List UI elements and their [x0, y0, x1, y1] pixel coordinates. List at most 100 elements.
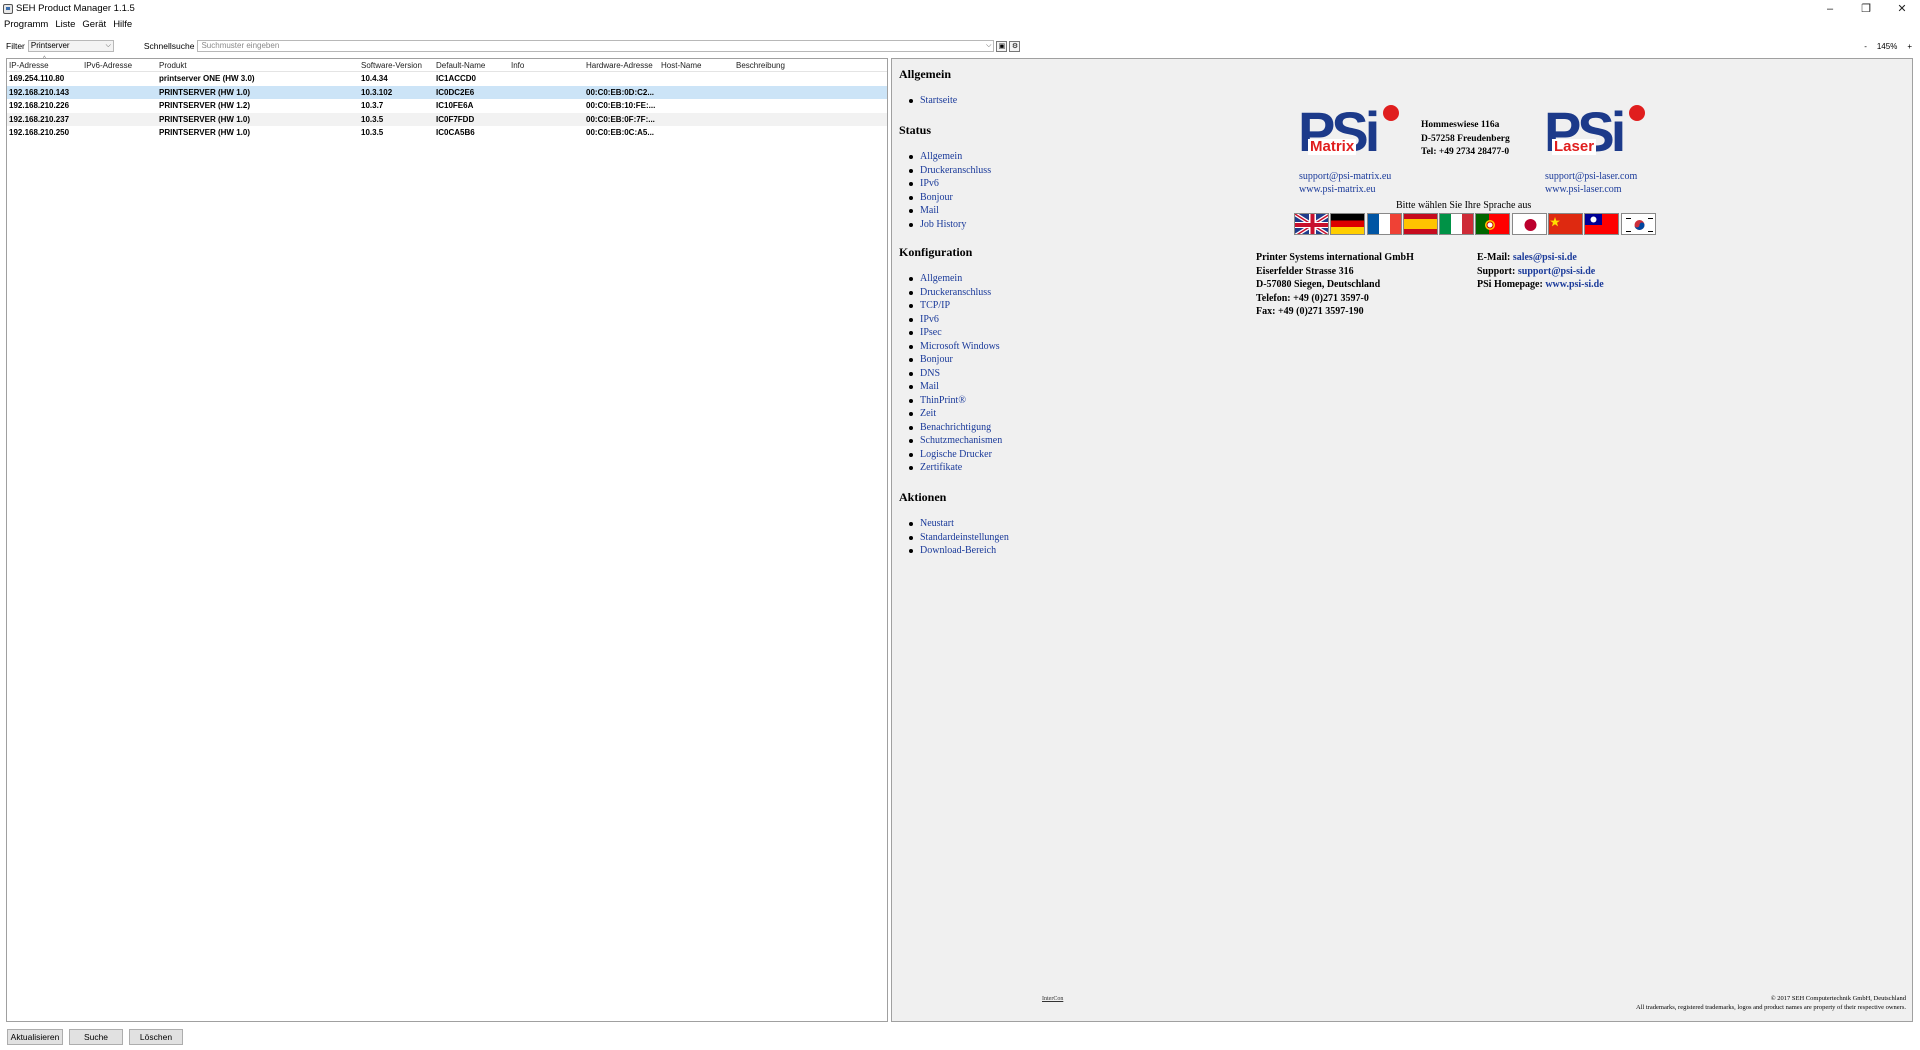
- nav-link-konfiguration[interactable]: Druckeranschluss: [908, 286, 1002, 300]
- quick-search-placeholder: Suchmuster eingeben: [201, 41, 280, 50]
- nav-link-konfiguration[interactable]: IPsec: [908, 326, 1002, 340]
- minimize-button[interactable]: –: [1812, 0, 1848, 17]
- support-email-link[interactable]: support@psi-si.de: [1518, 266, 1595, 277]
- column-hardware-address[interactable]: Hardware-Adresse: [584, 59, 659, 71]
- nav-link-konfiguration[interactable]: Microsoft Windows: [908, 340, 1002, 354]
- column-software-version[interactable]: Software-Version: [359, 59, 434, 71]
- nav-link-aktionen[interactable]: Standardeinstellungen: [909, 531, 1009, 545]
- cell-ipv6-address: [82, 126, 157, 140]
- psi-matrix-logo[interactable]: PSi Matrix: [1298, 103, 1399, 167]
- menu-programm[interactable]: Programm: [4, 19, 48, 30]
- menu-hilfe[interactable]: Hilfe: [113, 19, 132, 30]
- nav-link-konfiguration[interactable]: TCP/IP: [908, 299, 1002, 313]
- company-fax: Fax: +49 (0)271 3597-190: [1256, 306, 1364, 317]
- nav-link-konfiguration[interactable]: Benachrichtigung: [908, 421, 1002, 435]
- nav-link-status[interactable]: Job History: [908, 218, 991, 232]
- search-button[interactable]: Suche: [69, 1029, 123, 1045]
- nav-link-konfiguration[interactable]: Bonjour: [908, 353, 1002, 367]
- cell-ip-address: 192.168.210.237: [9, 114, 70, 124]
- table-row[interactable]: 192.168.210.226 PRINTSERVER (HW 1.2) 10.3.…: [7, 99, 887, 113]
- matrix-email-link[interactable]: support@psi-matrix.eu: [1299, 170, 1391, 184]
- column-default-name[interactable]: Default-Name: [434, 59, 509, 71]
- nav-link-konfiguration[interactable]: IPv6: [908, 313, 1002, 327]
- toolbar: Filter Printserver ⌵ Schnellsuche Suchmu…: [0, 37, 1920, 55]
- support-label: Support:: [1477, 265, 1516, 277]
- flag-fr-icon[interactable]: [1366, 213, 1402, 235]
- column-info[interactable]: Info: [509, 59, 584, 71]
- filter-select[interactable]: Printserver ⌵: [27, 40, 114, 52]
- filter-label: Filter: [6, 41, 25, 51]
- column-description[interactable]: Beschreibung: [734, 59, 834, 71]
- nav-link-konfiguration[interactable]: Mail: [908, 380, 1002, 394]
- nav-link-konfiguration[interactable]: ThinPrint®: [908, 394, 1002, 408]
- column-host-name[interactable]: Host-Name: [659, 59, 734, 71]
- column-product[interactable]: Produkt: [157, 59, 359, 71]
- cell-hardware-address: 00:C0:EB:0C:A5...: [586, 128, 655, 137]
- menu-geraet[interactable]: Gerät: [82, 19, 106, 30]
- nav-link-konfiguration[interactable]: Allgemein: [908, 272, 1002, 286]
- cell-hardware-address: 00:C0:EB:0F:7F:...: [586, 114, 655, 124]
- flag-it-icon[interactable]: [1439, 213, 1475, 235]
- cell-ipv6-address: [82, 72, 157, 86]
- save-icon[interactable]: ▣: [996, 40, 1008, 52]
- nav-link-status[interactable]: Allgemein: [908, 150, 991, 164]
- nav-link-konfiguration[interactable]: Zertifikate: [908, 461, 1002, 475]
- table-row[interactable]: 192.168.210.250 PRINTSERVER (HW 1.0) 10.3.…: [7, 126, 887, 140]
- nav-link-aktionen[interactable]: Download-Bereich: [909, 544, 1009, 558]
- cell-default-name: IC0CA5B6: [436, 128, 475, 137]
- restore-button[interactable]: ❐: [1848, 0, 1884, 17]
- flag-pt-icon[interactable]: [1475, 213, 1511, 235]
- device-list: ^ IP-Adresse IPv6-Adresse Produkt Softwa…: [6, 56, 888, 1022]
- refresh-button[interactable]: Aktualisieren: [7, 1029, 63, 1045]
- flag-kr-icon[interactable]: [1620, 213, 1656, 235]
- zoom-out-button[interactable]: -: [1864, 42, 1867, 51]
- company-city: D-57080 Siegen, Deutschland: [1256, 279, 1381, 290]
- flag-uk-icon[interactable]: [1294, 213, 1329, 235]
- cell-ip-address: 169.254.110.80: [9, 74, 65, 83]
- nav-link-status[interactable]: IPv6: [908, 177, 991, 191]
- menu-liste[interactable]: Liste: [55, 19, 75, 30]
- laser-email-link[interactable]: support@psi-laser.com: [1545, 170, 1637, 184]
- matrix-web-link[interactable]: www.psi-matrix.eu: [1299, 183, 1376, 197]
- table-row[interactable]: 192.168.210.143 PRINTSERVER (HW 1.0) 10.3.…: [7, 85, 887, 99]
- nav-link-konfiguration[interactable]: Logische Drucker: [908, 448, 1002, 462]
- nav-link-status[interactable]: Druckeranschluss: [908, 164, 991, 178]
- language-flags: [1294, 213, 1657, 235]
- delete-button[interactable]: Löschen: [129, 1029, 183, 1045]
- cell-ip-address: 192.168.210.226: [9, 101, 70, 110]
- close-button[interactable]: ✕: [1884, 0, 1920, 17]
- cell-hardware-address: 00:C0:EB:0D:C2...: [586, 87, 655, 97]
- intercon-logo[interactable]: InterCon: [1042, 996, 1063, 1002]
- quick-search-label: Schnellsuche: [143, 41, 195, 51]
- nav-link-status[interactable]: Mail: [908, 204, 991, 218]
- column-ipv6-address[interactable]: IPv6-Adresse: [82, 59, 157, 71]
- sales-email-link[interactable]: sales@psi-si.de: [1513, 252, 1577, 263]
- address-block: Hommeswiese 116a D-57258 Freudenberg Tel…: [1421, 119, 1510, 160]
- flag-cn-icon[interactable]: [1548, 213, 1584, 235]
- table-row[interactable]: 192.168.210.237 PRINTSERVER (HW 1.0) 10.3.…: [7, 112, 887, 127]
- settings-icon[interactable]: ⚙: [1009, 40, 1021, 52]
- cell-default-name: IC1ACCD0: [436, 74, 477, 83]
- company-street: Eiserfelder Strasse 316: [1256, 265, 1354, 277]
- flag-tw-icon[interactable]: [1584, 213, 1620, 235]
- nav-link-konfiguration[interactable]: Zeit: [908, 407, 1002, 421]
- flag-de-icon[interactable]: [1330, 213, 1366, 235]
- flag-jp-icon[interactable]: [1511, 213, 1547, 235]
- nav-link-konfiguration[interactable]: Schutzmechanismen: [908, 434, 1002, 448]
- window-title: SEH Product Manager 1.1.5: [16, 3, 135, 14]
- chevron-down-icon[interactable]: ⌵: [986, 41, 991, 51]
- quick-search-input[interactable]: Suchmuster eingeben ⌵: [197, 40, 995, 52]
- nav-link-aktionen[interactable]: Neustart: [909, 517, 1009, 531]
- flag-es-icon[interactable]: [1402, 213, 1438, 235]
- language-prompt: Bitte wählen Sie Ihre Sprache aus: [1396, 200, 1532, 211]
- nav-link-status[interactable]: Bonjour: [908, 191, 991, 205]
- homepage-link[interactable]: www.psi-si.de: [1545, 279, 1603, 290]
- nav-link-konfiguration[interactable]: DNS: [908, 367, 1002, 381]
- web-interface-pane: Allgemein Startseite Status Allgemein Dru…: [891, 58, 1913, 1022]
- nav-link-allgemein[interactable]: Startseite: [908, 94, 957, 108]
- zoom-in-button[interactable]: +: [1907, 42, 1912, 51]
- table-row[interactable]: 169.254.110.80 printserver ONE (HW 3.0) 10…: [7, 72, 887, 86]
- cell-info: [509, 113, 584, 127]
- laser-web-link[interactable]: www.psi-laser.com: [1545, 183, 1622, 197]
- psi-laser-logo[interactable]: PSi Laser: [1544, 103, 1645, 167]
